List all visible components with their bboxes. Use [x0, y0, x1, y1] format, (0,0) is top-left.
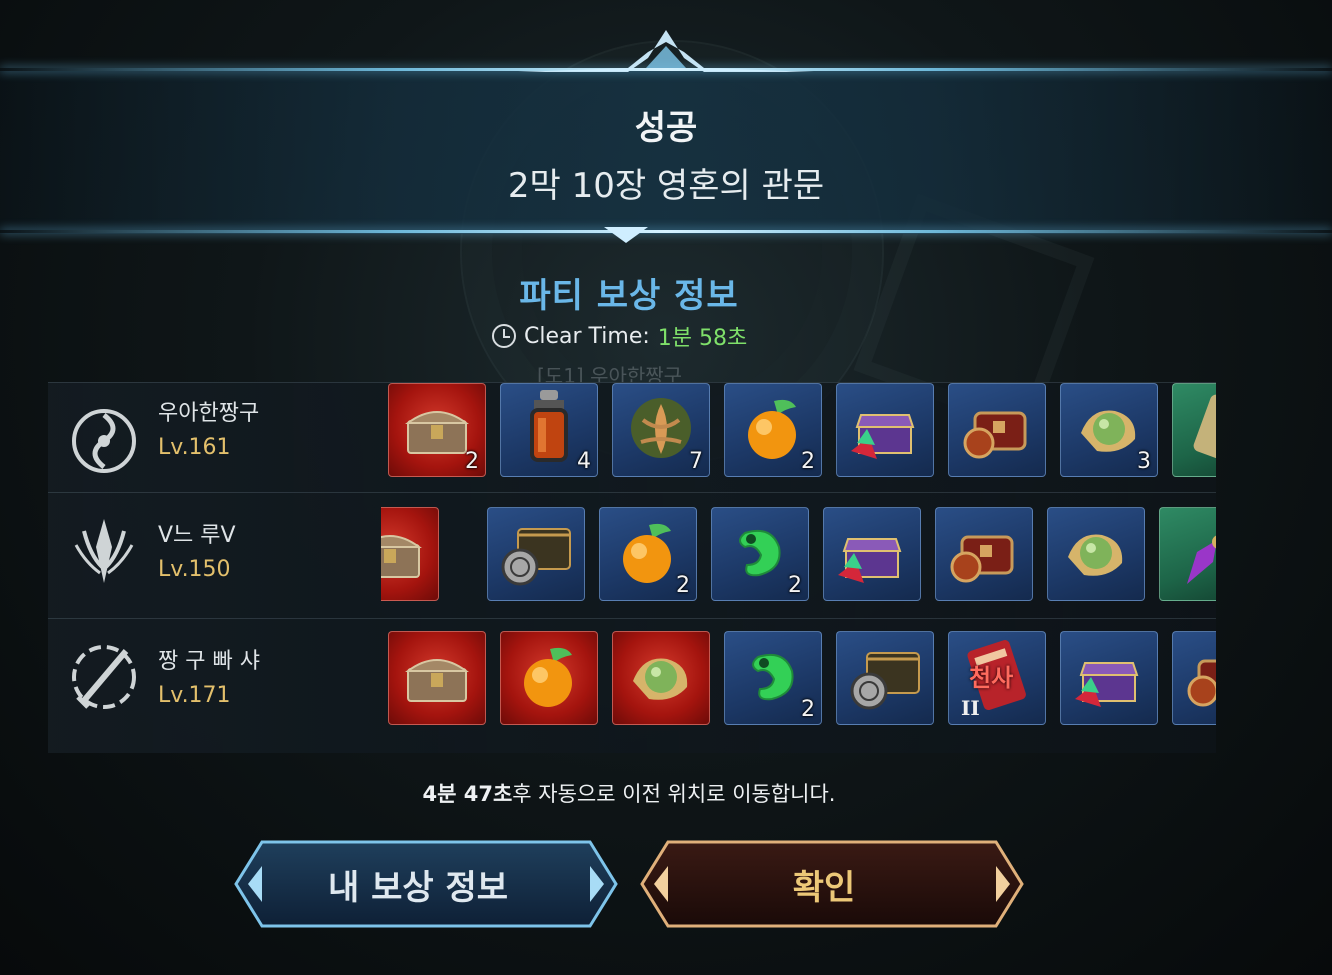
clock-icon	[492, 324, 516, 348]
member-name: 짱 구 빠 샤	[158, 649, 260, 674]
reward-slot[interactable]: 천사 II	[948, 631, 1046, 725]
member-level: Lv.150	[158, 557, 231, 582]
reward-item-list: 2 4 7 2 3	[388, 383, 1216, 483]
reward-slot[interactable]	[487, 507, 585, 601]
item-quantity: 2	[465, 449, 479, 474]
confirm-label: 확인	[792, 868, 856, 908]
reward-slot[interactable]	[935, 507, 1033, 601]
banner-notch-icon	[604, 227, 648, 243]
coin-chest-icon	[845, 639, 925, 717]
clear-time-row: Clear Time: 1분 58초	[492, 320, 747, 352]
purple-chest-icon	[847, 393, 923, 467]
item-quantity: 2	[801, 697, 815, 722]
reward-item-list: 2 2 25	[381, 507, 1216, 607]
reward-slot[interactable]	[1172, 631, 1216, 725]
green-orb-icon	[1058, 517, 1134, 591]
party-member-row: V느 루V Lv.150 2 2 25	[48, 492, 1216, 619]
purple-chest-icon	[1071, 641, 1147, 715]
member-level: Lv.171	[158, 683, 231, 708]
swirl-crest-icon	[64, 401, 144, 481]
reward-slot[interactable]	[612, 631, 710, 725]
reward-slot[interactable]	[1172, 383, 1216, 477]
purple-pendulum-icon	[1173, 512, 1216, 596]
golden-fruit-icon	[514, 641, 584, 715]
green-orb-icon	[1071, 393, 1147, 467]
item-quantity: 2	[788, 573, 802, 598]
reward-slot[interactable]	[1060, 631, 1158, 725]
scroll-icon	[1191, 388, 1216, 472]
result-banner	[0, 68, 1332, 234]
lantern-potion-icon	[524, 388, 574, 472]
flame-crest-icon	[64, 511, 144, 591]
reward-slot[interactable]: 3	[1060, 383, 1158, 477]
result-title: 성공	[634, 108, 698, 148]
auto-move-notice: 4분 47초후 자동으로 이전 위치로 이동합니다.	[0, 778, 1258, 808]
item-quantity: 3	[1137, 449, 1151, 474]
reward-slot[interactable]	[836, 383, 934, 477]
party-member-row: 짱 구 빠 샤 Lv.171 2 천사 II	[48, 618, 1216, 753]
my-rewards-button[interactable]: 내 보상 정보	[232, 838, 618, 930]
reward-slot[interactable]: 2	[599, 507, 697, 601]
reward-slot[interactable]: 2	[711, 507, 809, 601]
item-quantity: 7	[689, 449, 703, 474]
coin-chest-icon	[496, 515, 576, 593]
clear-time-label: Clear Time:	[524, 323, 650, 349]
section-title: 파티 보상 정보	[519, 276, 739, 316]
confirm-button[interactable]: 확인	[638, 838, 1024, 930]
reward-slot[interactable]	[381, 507, 439, 601]
stage-title: 2막 10장 영혼의 관문	[507, 166, 825, 206]
item-quantity: 2	[801, 449, 815, 474]
treasure-chest-icon	[381, 523, 425, 585]
item-tier-label: II	[961, 696, 980, 720]
item-tag-label: 천사	[969, 664, 1014, 692]
reward-slot[interactable]	[500, 631, 598, 725]
treasure-chest-icon	[402, 647, 472, 709]
reward-slot[interactable]: 2	[388, 383, 486, 477]
jade-magatama-icon	[725, 517, 795, 591]
countdown-time: 4분 47초	[422, 782, 513, 806]
jade-magatama-icon	[738, 641, 808, 715]
reward-slot[interactable]	[823, 507, 921, 601]
my-rewards-label: 내 보상 정보	[327, 868, 509, 908]
member-level: Lv.161	[158, 435, 231, 460]
reward-slot[interactable]	[948, 383, 1046, 477]
reward-slot[interactable]	[1047, 507, 1145, 601]
banner-bottom-line	[0, 230, 1332, 233]
treasure-chest-icon	[402, 399, 472, 461]
clear-time-value: 1분 58초	[657, 326, 748, 351]
reward-slot[interactable]: 4	[500, 383, 598, 477]
reward-slot[interactable]: 2	[724, 383, 822, 477]
member-name: 우아한짱구	[158, 401, 260, 426]
golden-fruit-icon	[738, 393, 808, 467]
reward-item-list: 2 천사 II	[388, 631, 1216, 731]
purple-chest-icon	[834, 517, 910, 591]
golden-fruit-icon	[613, 517, 683, 591]
reward-slot[interactable]: 25	[1159, 507, 1216, 601]
red-ornate-chest-icon	[946, 517, 1022, 591]
reward-slot[interactable]	[836, 631, 934, 725]
sword-dragon-crest-icon	[64, 637, 144, 717]
red-ornate-chest-icon	[959, 393, 1035, 467]
banner-crest-icon	[518, 30, 814, 72]
item-quantity: 2	[676, 573, 690, 598]
red-ornate-chest-icon	[1183, 641, 1216, 715]
notice-text: 후 자동으로 이전 위치로 이동합니다.	[512, 782, 836, 806]
ginseng-root-icon	[623, 390, 699, 470]
reward-slot[interactable]: 7	[612, 383, 710, 477]
green-orb-icon	[623, 641, 699, 715]
item-quantity: 4	[577, 449, 591, 474]
member-name: V느 루V	[158, 523, 236, 548]
reward-slot[interactable]	[388, 631, 486, 725]
reward-slot[interactable]: 2	[724, 631, 822, 725]
party-member-row: 우아한짱구 Lv.161 2 4 7 2 3	[48, 382, 1216, 493]
